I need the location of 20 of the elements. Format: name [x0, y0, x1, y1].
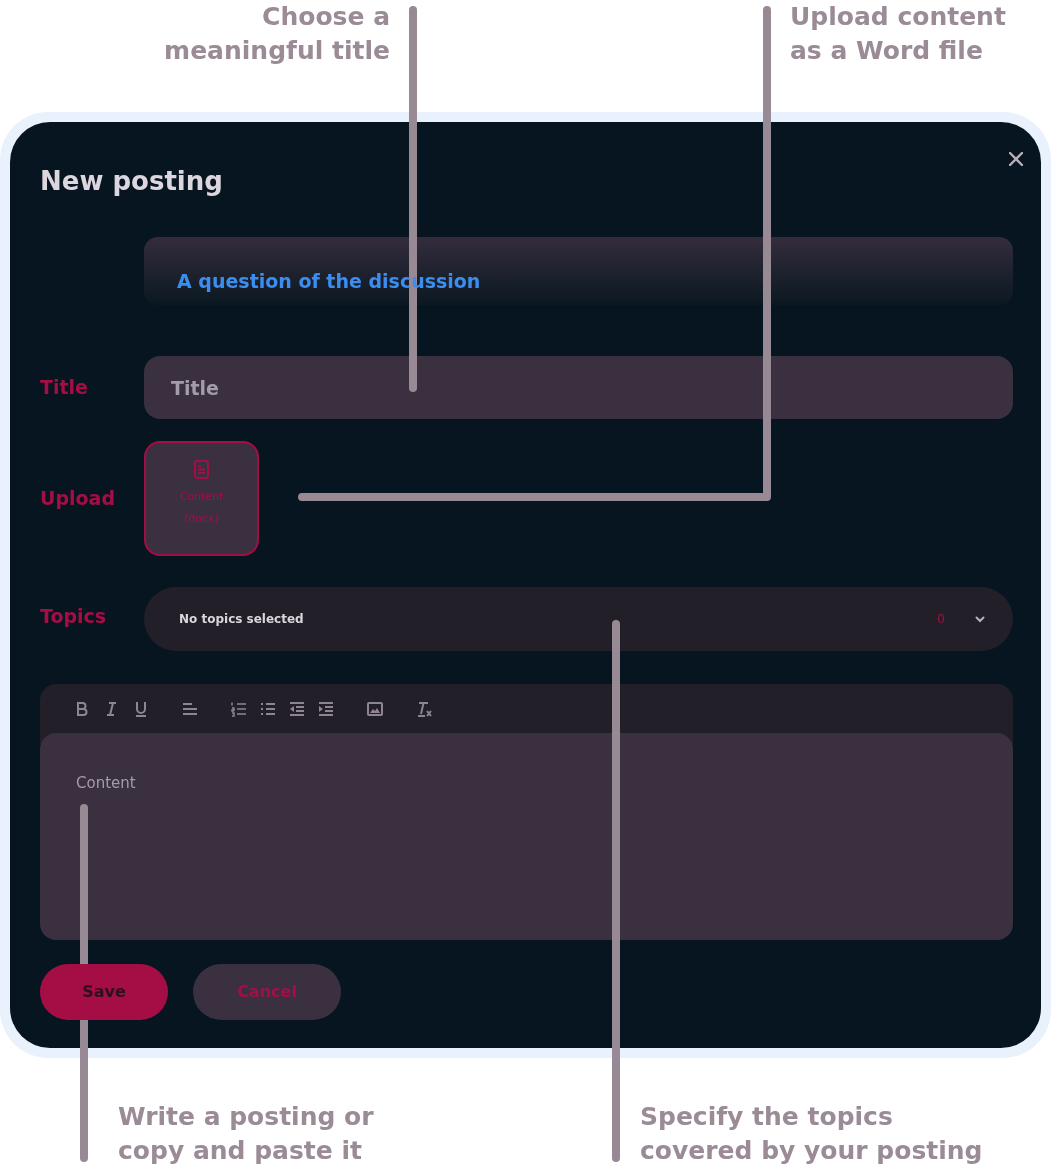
- topics-count: 0: [937, 611, 945, 628]
- cancel-button[interactable]: Cancel: [193, 964, 341, 1020]
- callout-text: Upload content as a Word file: [790, 1, 1006, 67]
- topics-select[interactable]: No topics selected 0: [144, 587, 1013, 651]
- field-label: Topics: [40, 604, 108, 630]
- content-editor[interactable]: Content: [40, 733, 1013, 940]
- document-icon: [194, 460, 209, 479]
- field-label: Upload: [40, 486, 117, 512]
- upload-caption: Content (docx): [178, 489, 225, 527]
- save-button[interactable]: Save: [40, 964, 168, 1020]
- field-label: Title: [40, 375, 89, 401]
- callout-text: Choose a meaningful title: [163, 1, 390, 67]
- callout-text: Write a posting or copy and paste it: [118, 1101, 375, 1167]
- upload-tile[interactable]: Content (docx): [144, 441, 259, 556]
- title-input[interactable]: Title: [144, 356, 1013, 419]
- dialog-title: New posting: [40, 165, 223, 198]
- chevron-icon: [975, 615, 985, 623]
- content-placeholder: Content: [76, 774, 136, 792]
- topics-value: No topics selected: [179, 611, 305, 628]
- callout-text: Specify the topics covered by your posting: [640, 1101, 983, 1167]
